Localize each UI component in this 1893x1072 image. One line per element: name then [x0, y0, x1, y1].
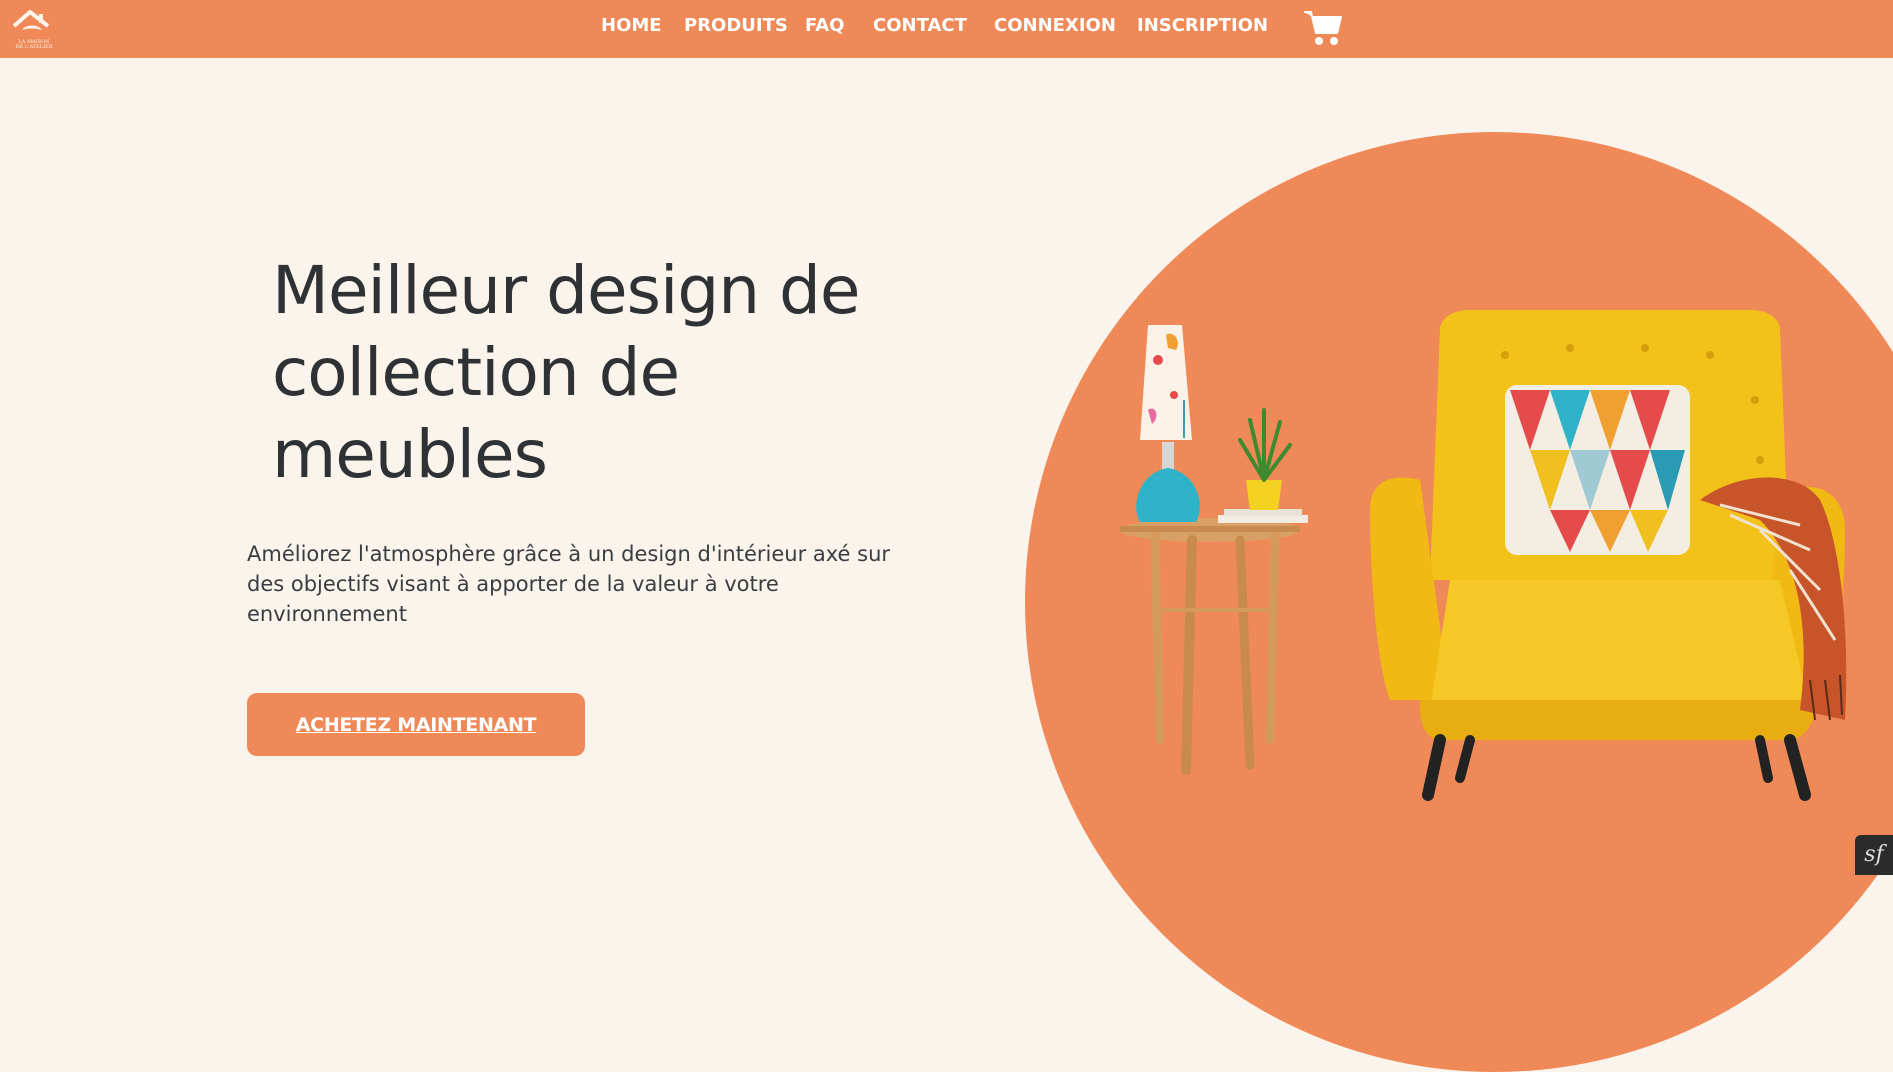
hero-subtitle: Améliorez l'atmosphère grâce à un design… — [247, 539, 927, 629]
hero-title-line3: meubles — [272, 416, 548, 493]
nav-item-inscription[interactable]: INSCRIPTION — [1137, 15, 1268, 37]
hero-subtitle-line3: environnement — [247, 602, 407, 626]
side-table-illustration — [1120, 518, 1300, 775]
hero-subtitle-line2: des objectifs visant à apporter de la va… — [247, 572, 779, 596]
nav-item-connexion[interactable]: CONNEXION — [994, 15, 1116, 37]
symfony-debug-toolbar-toggle[interactable]: sf — [1855, 835, 1893, 875]
plant-and-books-illustration — [1218, 408, 1308, 523]
hero-title: Meilleur design de collection de meubles — [272, 250, 992, 496]
cart-button[interactable] — [1302, 6, 1344, 48]
hero-subtitle-line1: Améliorez l'atmosphère grâce à un design… — [247, 542, 891, 566]
top-navbar: LA MAISON DE L'ATELIER HOME PRODUITS FAQ… — [0, 0, 1893, 58]
nav-item-home[interactable]: HOME — [601, 15, 662, 37]
nav-item-produits[interactable]: PRODUITS — [684, 15, 788, 37]
hero-title-line2: collection de — [272, 334, 680, 411]
nav-item-faq[interactable]: FAQ — [805, 15, 844, 37]
main-nav: HOME PRODUITS FAQ CONTACT CONNEXION INSC… — [0, 0, 1893, 58]
table-lamp-illustration — [1136, 325, 1200, 522]
shopping-cart-icon — [1304, 11, 1342, 45]
hero-title-line1: Meilleur design de — [272, 252, 861, 329]
shop-now-button[interactable]: ACHETEZ MAINTENANT — [247, 693, 585, 756]
nav-item-contact[interactable]: CONTACT — [873, 15, 967, 37]
furniture-illustration — [1120, 310, 1847, 801]
patterned-pillow-illustration — [1505, 385, 1690, 555]
